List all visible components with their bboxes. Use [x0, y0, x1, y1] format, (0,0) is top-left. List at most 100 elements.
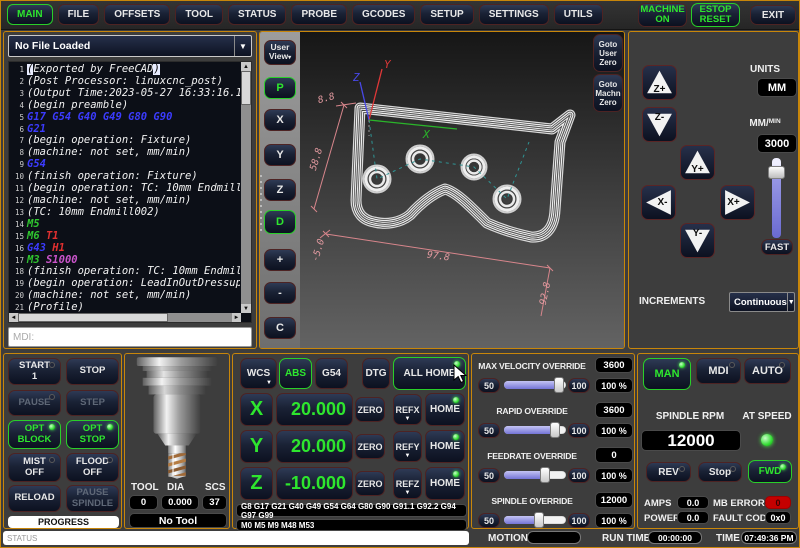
axis-x-dro-display[interactable]: 20.000	[276, 393, 353, 426]
horizontal-scroll-thumb[interactable]	[18, 313, 168, 322]
gcode-editor[interactable]: 1(Exported by FreeCAD)2(Post Processor: …	[8, 61, 252, 323]
estop-reset-button[interactable]: ESTOP RESET	[691, 3, 740, 27]
scroll-down-icon[interactable]: ▼	[241, 304, 251, 313]
ref-y-button[interactable]: REFY▼	[393, 431, 422, 462]
scroll-left-icon[interactable]: ◄	[9, 313, 18, 322]
menu-tab-setup[interactable]: SETUP	[420, 4, 473, 25]
jog-x-minus-button[interactable]: X-	[641, 185, 676, 220]
ref-x-button[interactable]: REFX▼	[393, 394, 422, 425]
spindle-rev-button[interactable]: REV	[646, 462, 691, 482]
max-velocity-override-slider[interactable]	[504, 381, 566, 389]
view-button-y[interactable]: Y	[264, 144, 296, 166]
menu-tab-file[interactable]: FILE	[58, 4, 100, 25]
spindle-stop-button[interactable]: Stop	[698, 462, 742, 482]
spindle-override-max-button[interactable]: 100	[568, 513, 590, 528]
feedrate-override-max-button[interactable]: 100	[568, 468, 590, 483]
man-mode-button[interactable]: MAN	[643, 358, 691, 390]
abs-button[interactable]: ABS	[279, 358, 312, 389]
scroll-up-icon[interactable]: ▲	[241, 62, 251, 71]
home-x-button[interactable]: HOME	[425, 393, 465, 426]
menu-tab-settings[interactable]: SETTINGS	[479, 4, 549, 25]
view-button-c[interactable]: C	[264, 317, 296, 339]
dtg-button[interactable]: DTG	[362, 358, 390, 389]
rapid-override-max-button[interactable]: 100	[568, 423, 590, 438]
cycle-stop-button[interactable]: STOP	[66, 358, 119, 385]
cycle-step-button[interactable]: STEP	[66, 390, 119, 416]
view-button-d[interactable]: D	[264, 210, 296, 234]
axis-z-dro-display[interactable]: -10.000	[276, 467, 353, 500]
feedrate-override-slider[interactable]	[504, 471, 566, 479]
scroll-right-icon[interactable]: ►	[232, 313, 241, 322]
rapid-override-min-button[interactable]: 50	[478, 423, 500, 438]
editor-horizontal-scrollbar[interactable]: ◄ ►	[9, 313, 241, 322]
home-y-button[interactable]: HOME	[425, 430, 465, 463]
zero-x-button[interactable]: ZERO	[355, 397, 385, 422]
axis-y-dro-display[interactable]: 20.000	[276, 430, 353, 463]
cycle-pause-button[interactable]: PAUSE	[8, 390, 61, 416]
cycle-opt-stop-button[interactable]: OPTSTOP	[66, 420, 119, 449]
splitter-handle[interactable]	[259, 175, 262, 235]
menu-tab-gcodes[interactable]: GCODES	[352, 4, 415, 25]
jog-rate-slider-handle[interactable]	[768, 166, 785, 179]
rapid-override-slider-handle[interactable]	[550, 422, 560, 438]
file-combo[interactable]: No File Loaded ▼	[8, 35, 252, 57]
feedrate-override-min-button[interactable]: 50	[478, 468, 500, 483]
jog-y-minus-button[interactable]: Y-	[680, 223, 715, 258]
jog-z-minus-button[interactable]: Z-	[642, 107, 677, 142]
exit-button[interactable]: EXIT	[750, 5, 796, 25]
jog-rate-slider[interactable]	[772, 158, 781, 238]
chevron-down-icon[interactable]: ▼	[234, 36, 251, 56]
cycle-opt-block-button[interactable]: OPTBLOCK	[8, 420, 61, 449]
wcs-button[interactable]: WCS ▼	[240, 358, 277, 389]
cycle-start-1-button[interactable]: START1	[8, 358, 61, 385]
axis-y-button[interactable]: Y	[240, 430, 273, 463]
cycle-flood-off-button[interactable]: FLOODOFF	[66, 453, 119, 482]
menu-tab-probe[interactable]: PROBE	[291, 4, 347, 25]
feedrate-override-slider-handle[interactable]	[540, 467, 550, 483]
spindle-fwd-button[interactable]: FWD	[748, 460, 792, 483]
cycle-pause-spindle-button[interactable]: PAUSESPINDLE	[66, 485, 119, 512]
machine-on-button[interactable]: MACHINE ON	[638, 3, 687, 27]
menu-tab-main[interactable]: MAIN	[7, 4, 53, 25]
vertical-scroll-thumb[interactable]	[241, 71, 251, 105]
cycle-reload-button[interactable]: RELOAD	[8, 485, 61, 512]
spindle-override-slider-handle[interactable]	[534, 512, 544, 528]
all-home-button[interactable]: ALL HOME	[393, 357, 466, 390]
increments-combo[interactable]: Continuous ▼	[729, 292, 795, 312]
editor-vertical-scrollbar[interactable]: ▲ ▼	[241, 62, 251, 313]
axis-z-button[interactable]: Z	[240, 467, 273, 500]
jog-z-plus-button[interactable]: Z+	[642, 65, 677, 100]
zero-y-button[interactable]: ZERO	[355, 434, 385, 459]
cycle-mist-off-button[interactable]: MISTOFF	[8, 453, 61, 482]
menu-tab-offsets[interactable]: OFFSETS	[104, 4, 170, 25]
auto-mode-button[interactable]: AUTO	[744, 358, 791, 384]
menu-tab-utils[interactable]: UTILS	[554, 4, 603, 25]
view-button--[interactable]: -	[264, 282, 296, 304]
menu-tab-status[interactable]: STATUS	[228, 4, 287, 25]
ref-z-button[interactable]: REFZ▼	[393, 468, 422, 499]
max-velocity-override-min-button[interactable]: 50	[478, 378, 500, 393]
view-button-+[interactable]: +	[264, 249, 296, 271]
mdi-mode-button[interactable]: MDI	[696, 358, 741, 384]
axis-x-button[interactable]: X	[240, 393, 273, 426]
rapid-override-slider[interactable]	[504, 426, 566, 434]
g54-button[interactable]: G54	[315, 358, 348, 389]
view-button-user-view[interactable]: User View▾	[264, 40, 296, 65]
view-button-p[interactable]: P	[264, 77, 296, 99]
view-button-x[interactable]: X	[264, 109, 296, 131]
menu-tab-tool[interactable]: TOOL	[175, 4, 223, 25]
zero-z-button[interactable]: ZERO	[355, 471, 385, 496]
spindle-override-min-button[interactable]: 50	[478, 513, 500, 528]
view-button-z[interactable]: Z	[264, 179, 296, 201]
home-z-button[interactable]: HOME	[425, 467, 465, 500]
toolpath-preview[interactable]: Y Z X 8.8 58.8 -5.0 97.8 92.8	[260, 32, 624, 348]
jog-x-plus-button[interactable]: X+	[720, 185, 755, 220]
chevron-down-icon[interactable]: ▼	[787, 293, 795, 311]
jog-y-plus-button[interactable]: Y+	[680, 145, 715, 180]
spindle-override-slider[interactable]	[504, 516, 566, 524]
goto-machine-zero-button[interactable]: Goto Machn Zero	[593, 74, 623, 112]
mdi-input[interactable]: MDI:	[8, 327, 252, 347]
goto-user-zero-button[interactable]: Goto User Zero	[593, 34, 623, 72]
fast-button[interactable]: FAST	[761, 239, 793, 255]
max-velocity-override-max-button[interactable]: 100	[568, 378, 590, 393]
